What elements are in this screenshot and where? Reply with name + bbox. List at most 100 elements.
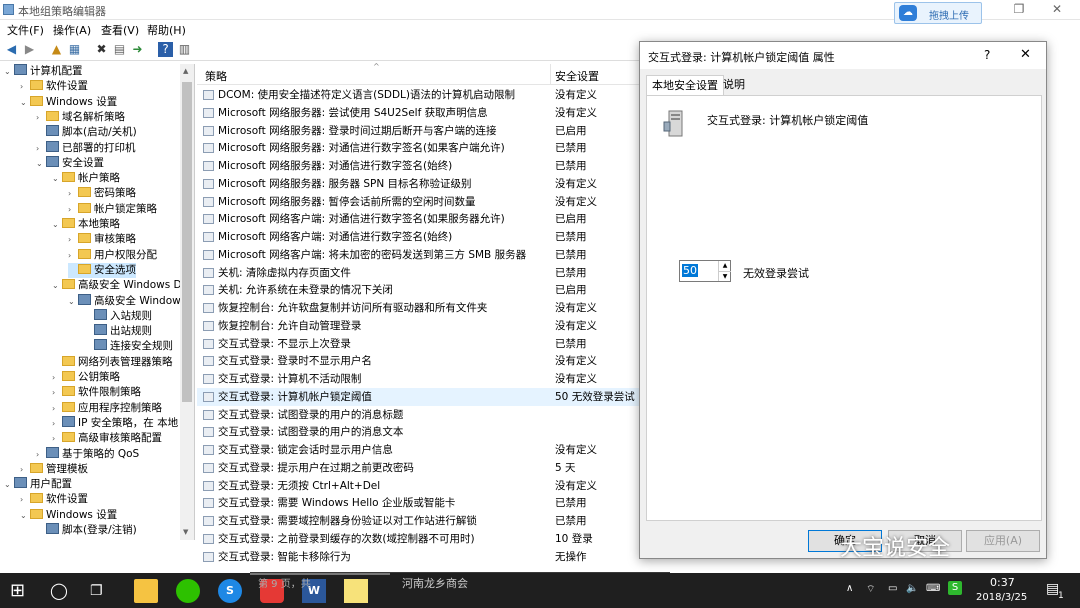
table-row[interactable]: 恢复控制台: 允许自动管理登录 没有定义 — [197, 317, 640, 335]
collapse-icon[interactable]: ⌄ — [4, 477, 14, 492]
table-row[interactable]: 交互式登录: 试图登录的用户的消息文本 — [197, 423, 640, 441]
tree-item[interactable]: ⌄ Windows 设置 — [20, 508, 117, 523]
collapse-icon[interactable]: ⌄ — [52, 171, 62, 186]
threshold-stepper[interactable]: 50 ▲ ▼ — [679, 260, 731, 282]
tree-item[interactable]: 连接安全规则 — [84, 339, 173, 354]
windows-start-icon[interactable]: ⊞ — [10, 579, 34, 603]
tree-item[interactable]: › 审核策略 — [68, 232, 136, 247]
expand-icon[interactable]: › — [36, 110, 46, 125]
tree-item[interactable]: › 软件设置 — [20, 492, 88, 507]
export-icon[interactable]: ➜ — [130, 42, 145, 57]
task-view-icon[interactable]: ❐ — [90, 579, 114, 603]
table-row[interactable]: 关机: 允许系统在未登录的情况下关闭 已启用 — [197, 281, 640, 299]
tree-item[interactable]: › 公钥策略 — [52, 370, 120, 385]
expand-icon[interactable]: › — [52, 370, 62, 385]
tree-item[interactable]: › 软件设置 — [20, 79, 88, 94]
collapse-icon[interactable]: ⌄ — [52, 278, 62, 293]
volume-icon[interactable]: 🔈 — [906, 583, 918, 594]
tree-item[interactable]: 安全选项 — [68, 262, 136, 278]
expand-icon[interactable]: › — [36, 141, 46, 156]
table-row[interactable]: 交互式登录: 登录时不显示用户名 没有定义 — [197, 352, 640, 370]
table-row[interactable]: 交互式登录: 需要 Windows Hello 企业版或智能卡 已禁用 — [197, 494, 640, 512]
tree-item[interactable]: ⌄ 安全设置 — [36, 155, 104, 171]
network-icon[interactable]: ⌔ — [866, 583, 875, 596]
expand-icon[interactable]: › — [52, 401, 62, 416]
expand-icon[interactable]: › — [36, 447, 46, 462]
menu-action[interactable]: 操作(A) — [53, 22, 91, 38]
threshold-input[interactable]: 50 — [682, 264, 698, 277]
tree-item[interactable]: › 密码策略 — [68, 186, 136, 201]
table-row[interactable]: Microsoft 网络服务器: 服务器 SPN 目标名称验证级别 没有定义 — [197, 175, 640, 193]
column-setting[interactable]: 安全设置 — [555, 68, 599, 84]
clock-date[interactable]: 2018/3/25 — [976, 592, 1027, 603]
expand-icon[interactable]: › — [52, 385, 62, 400]
delete-icon[interactable]: ✖ — [94, 42, 109, 57]
tree-scrollbar[interactable]: ▲ ▼ — [180, 64, 194, 540]
table-row[interactable]: Microsoft 网络客户端: 对通信进行数字签名(如果服务器允许) 已启用 — [197, 210, 640, 228]
expand-icon[interactable]: › — [20, 492, 30, 507]
back-icon[interactable]: ◀ — [4, 42, 19, 57]
menu-help[interactable]: 帮助(H) — [147, 22, 186, 38]
input-method-icon[interactable]: S — [948, 581, 962, 595]
tree-item[interactable]: › 管理模板 — [20, 462, 88, 477]
expand-icon[interactable]: › — [52, 431, 62, 446]
up-folder-icon[interactable]: ▲ — [49, 42, 64, 57]
menu-view[interactable]: 查看(V) — [101, 22, 139, 38]
table-row[interactable]: 交互式登录: 之前登录到缓存的次数(域控制器不可用时) 10 登录 — [197, 530, 640, 548]
expand-icon[interactable]: › — [68, 248, 78, 263]
table-row[interactable]: 恢复控制台: 允许软盘复制并访问所有驱动器和所有文件夹 没有定义 — [197, 299, 640, 317]
properties-icon[interactable]: ▤ — [112, 42, 127, 57]
dialog-help-icon[interactable]: ? — [984, 48, 990, 62]
spin-up-icon[interactable]: ▲ — [718, 261, 731, 271]
tree-item[interactable]: › 域名解析策略 — [36, 110, 125, 125]
tree-item[interactable]: ⌄ 用户配置 — [4, 477, 72, 492]
collapse-icon[interactable]: ⌄ — [36, 156, 46, 171]
tree-item[interactable]: ⌄ 计算机配置 — [4, 64, 83, 79]
expand-icon[interactable]: › — [68, 186, 78, 201]
forward-icon[interactable]: ▶ — [22, 42, 37, 57]
view-icon[interactable]: ▥ — [177, 42, 192, 57]
table-row[interactable]: Microsoft 网络客户端: 对通信进行数字签名(始终) 已禁用 — [197, 228, 640, 246]
collapse-icon[interactable]: ⌄ — [68, 294, 78, 309]
close-icon[interactable]: ✕ — [1034, 0, 1080, 20]
table-row[interactable]: Microsoft 网络服务器: 尝试使用 S4U2Self 获取声明信息 没有定… — [197, 104, 640, 122]
collapse-icon[interactable]: ⌄ — [52, 217, 62, 232]
apply-button[interactable]: 应用(A) — [966, 530, 1040, 552]
file-explorer-icon[interactable] — [134, 579, 158, 603]
tree-item[interactable]: ⌄ 高级安全 Window — [68, 293, 181, 309]
show-tree-icon[interactable]: ▦ — [67, 42, 82, 57]
notepad-icon[interactable] — [344, 579, 368, 603]
tree-item[interactable]: 脚本(启动/关机) — [36, 125, 137, 140]
tree-item[interactable]: ⌄ 帐户策略 — [52, 171, 120, 186]
tree-item[interactable]: › 软件限制策略 — [52, 385, 141, 400]
tree-item[interactable]: › 用户权限分配 — [68, 248, 157, 263]
upload-button[interactable]: ☁ 拖拽上传 — [894, 2, 982, 24]
tree-item[interactable]: 入站规则 — [84, 308, 152, 324]
expand-icon[interactable]: › — [68, 232, 78, 247]
tree-item[interactable]: ⌄ 本地策略 — [52, 217, 120, 232]
tab-explain[interactable]: 说明 — [718, 75, 750, 95]
table-row[interactable]: 交互式登录: 不显示上次登录 已禁用 — [197, 335, 640, 353]
tree-item[interactable]: › 高级审核策略配置 — [52, 431, 162, 446]
column-policy[interactable]: 策略 — [205, 68, 227, 84]
tree-item[interactable]: 出站规则 — [84, 324, 152, 339]
help-icon[interactable]: ? — [158, 42, 173, 57]
table-row[interactable]: 交互式登录: 智能卡移除行为 无操作 — [197, 548, 640, 566]
table-row[interactable]: Microsoft 网络服务器: 登录时间过期后断开与客户端的连接 已启用 — [197, 122, 640, 140]
spin-down-icon[interactable]: ▼ — [718, 271, 731, 281]
wechat-icon[interactable] — [176, 579, 200, 603]
expand-icon[interactable]: › — [68, 202, 78, 217]
clock-time[interactable]: 0:37 — [990, 576, 1015, 589]
expand-icon[interactable]: › — [20, 462, 30, 477]
tree-item[interactable]: › 已部署的打印机 — [36, 140, 136, 156]
tree-item[interactable]: 脚本(登录/注销) — [36, 523, 137, 538]
table-row[interactable]: 交互式登录: 计算机帐户锁定阈值 50 无效登录尝试 — [197, 387, 640, 406]
collapse-icon[interactable]: ⌄ — [4, 64, 14, 79]
tree-item[interactable]: › 帐户锁定策略 — [68, 202, 157, 217]
table-row[interactable]: 关机: 清除虚拟内存页面文件 已禁用 — [197, 264, 640, 282]
table-row[interactable]: Microsoft 网络服务器: 对通信进行数字签名(始终) 已禁用 — [197, 157, 640, 175]
table-row[interactable]: Microsoft 网络服务器: 暂停会话前所需的空闲时间数量 没有定义 — [197, 193, 640, 211]
table-row[interactable]: 交互式登录: 计算机不活动限制 没有定义 — [197, 370, 640, 388]
table-row[interactable]: 交互式登录: 需要域控制器身份验证以对工作站进行解锁 已禁用 — [197, 512, 640, 530]
tree-item[interactable]: › 应用程序控制策略 — [52, 401, 162, 416]
